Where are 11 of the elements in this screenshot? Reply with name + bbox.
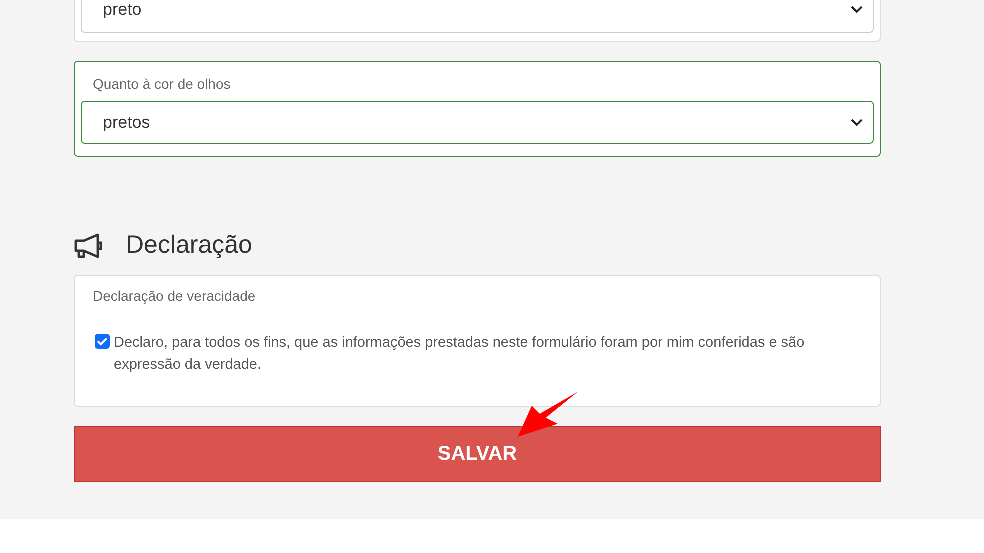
- field-label: Quanto à cor de olhos: [92, 75, 232, 94]
- save-button[interactable]: SALVAR: [74, 426, 881, 482]
- chevron-down-icon: [851, 118, 863, 126]
- declaration-text: Declaro, para todos os fins, que as informações prestadas neste formulário foram por mim conferidas e são expressão da verdade.: [114, 334, 806, 375]
- checkbox[interactable]: [95, 334, 110, 349]
- select-field[interactable]: pretos: [81, 101, 874, 144]
- field-label: Declaração de veracidade: [93, 287, 257, 306]
- megaphone-icon: [74, 233, 104, 259]
- chevron-down-icon: [851, 6, 863, 14]
- select-field[interactable]: preto: [81, 0, 874, 33]
- section-title: Declaração: [126, 230, 252, 262]
